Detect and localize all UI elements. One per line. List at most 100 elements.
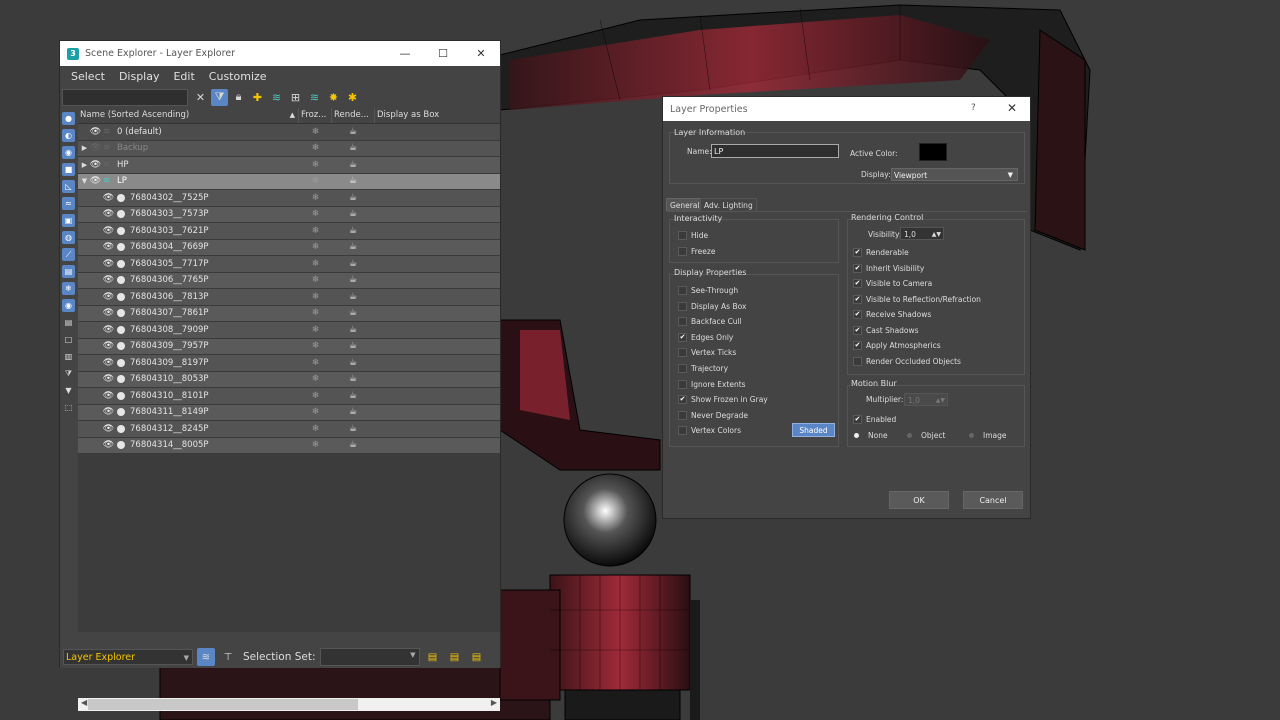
explorer-select[interactable]: Layer Explorer ▼	[63, 649, 193, 665]
spinner-arrows-icon[interactable]: ▲▼	[932, 228, 941, 241]
frozen-snowflake-icon[interactable]: ❄	[299, 242, 332, 252]
menu-display[interactable]: Display	[119, 70, 160, 83]
object-row[interactable]: 👁︎ 76804303__7573P ❄ ☕︎	[78, 206, 500, 223]
help-icon[interactable]: ?	[971, 103, 976, 113]
visibility-eye-icon[interactable]: 👁︎	[102, 292, 115, 302]
visibility-eye-icon[interactable]: 👁︎	[102, 407, 115, 417]
frozen-snowflake-icon[interactable]: ❄	[299, 176, 332, 186]
object-row[interactable]: 👁︎ 76804309__8197P ❄ ☕︎	[78, 355, 500, 372]
menu-customize[interactable]: Customize	[209, 70, 267, 83]
tab-adv-lighting[interactable]: Adv. Lighting	[700, 198, 757, 211]
render-teapot-icon[interactable]: ☕︎	[332, 374, 374, 384]
blur-object-radio[interactable]: Object	[907, 431, 945, 440]
render-teapot-icon[interactable]: ☕︎	[332, 391, 374, 401]
cancel-button[interactable]: Cancel	[963, 491, 1023, 509]
menu-edit[interactable]: Edit	[173, 70, 194, 83]
display-all-icon[interactable]: ▤	[62, 316, 75, 329]
selection-icon[interactable]: ⬚	[62, 401, 75, 414]
object-row[interactable]: 👁︎ 76804310__8101P ❄ ☕︎	[78, 388, 500, 405]
select-layer-icon[interactable]: ✱	[344, 89, 361, 106]
visibility-eye-icon[interactable]: 👁︎	[102, 358, 115, 368]
visibility-eye-icon[interactable]: 👁︎	[102, 325, 115, 335]
object-row[interactable]: 👁︎ 76804308__7909P ❄ ☕︎	[78, 322, 500, 339]
visibility-eye-icon[interactable]: 👁︎	[89, 143, 102, 153]
visibility-eye-icon[interactable]: 👁︎	[89, 176, 102, 186]
layer-row-hp[interactable]: ▶ 👁︎ ≋ HP ❄ ☕︎	[78, 157, 500, 174]
motion-blur-enabled-checkbox[interactable]: ✔ Enabled	[853, 415, 896, 424]
checkbox-show-frozen-in-gray[interactable]: ✔ Show Frozen in Gray	[678, 395, 768, 405]
checkbox-ignore-extents[interactable]: Ignore Extents	[678, 379, 746, 389]
checkbox-trajectory[interactable]: Trajectory	[678, 364, 728, 373]
frozen-snowflake-icon[interactable]: ❄	[299, 407, 332, 417]
frozen-snowflake-icon[interactable]: ❄	[299, 308, 332, 318]
layer-properties-dialog[interactable]: Layer Properties ? ✕ Layer Information N…	[662, 96, 1031, 519]
close-icon[interactable]: ✕	[1007, 101, 1017, 115]
object-row[interactable]: 👁︎ 76804306__7765P ❄ ☕︎	[78, 272, 500, 289]
frozen-snowflake-icon[interactable]: ❄	[299, 440, 332, 450]
object-row[interactable]: 👁︎ 76804306__7813P ❄ ☕︎	[78, 289, 500, 306]
render-teapot-icon[interactable]: ☕︎	[332, 176, 374, 186]
checkbox-edges-only[interactable]: ✔ Edges Only	[678, 332, 733, 342]
cameras-filter-icon[interactable]: ■	[62, 163, 75, 176]
checkbox-see-through[interactable]: See-Through	[678, 286, 738, 295]
blur-image-radio[interactable]: Image	[969, 431, 1007, 440]
geometry-filter-icon[interactable]: ●	[62, 112, 75, 125]
render-teapot-icon[interactable]: ☕︎	[332, 242, 374, 252]
checkbox-inherit-visibility[interactable]: ✔ Inherit Visibility	[853, 263, 924, 273]
lock-icon[interactable]: 🔒︎	[230, 89, 247, 106]
checkbox-renderable[interactable]: ✔ Renderable	[853, 248, 909, 257]
checkbox-vertex-ticks[interactable]: Vertex Ticks	[678, 348, 736, 358]
frozen-snowflake-icon[interactable]: ❄	[299, 358, 332, 368]
collapse-arrow[interactable]: ▼	[80, 177, 89, 185]
highlight-layer-icon[interactable]: ✸	[325, 89, 342, 106]
render-teapot-icon[interactable]: ☕︎	[332, 160, 374, 170]
checkbox-backface-cull[interactable]: Backface Cull	[678, 317, 742, 327]
funnel-icon[interactable]: ▼	[62, 384, 75, 397]
object-row[interactable]: 👁︎ 76804304__7669P ❄ ☕︎	[78, 239, 500, 256]
visibility-eye-icon[interactable]: 👁︎	[89, 160, 102, 170]
name-field[interactable]: LP	[711, 144, 839, 158]
layer-row-lp[interactable]: ▼ 👁︎ ≋ LP ❄ ☕︎	[78, 173, 500, 190]
xrefs-filter-icon[interactable]: ◍	[62, 231, 75, 244]
frozen-snowflake-icon[interactable]: ❄	[299, 374, 332, 384]
containers-filter-icon[interactable]: ▤	[62, 265, 75, 278]
render-teapot-icon[interactable]: ☕︎	[332, 259, 374, 269]
frozen-snowflake-icon[interactable]: ❄	[299, 391, 332, 401]
remove-selection-set-icon[interactable]: ▤	[468, 648, 486, 666]
frozen-snowflake-icon[interactable]: ❄	[299, 160, 332, 170]
column-frozen[interactable]: Froz...	[299, 108, 332, 123]
column-renderable[interactable]: Rende...	[332, 108, 375, 123]
display-none-icon[interactable]: □	[62, 333, 75, 346]
scrollbar-thumb[interactable]	[88, 699, 358, 710]
layer-explorer-icon[interactable]: ≋	[197, 648, 215, 666]
render-teapot-icon[interactable]: ☕︎	[332, 325, 374, 335]
helpers-filter-icon[interactable]: ◺	[62, 180, 75, 193]
tab-general[interactable]: General	[666, 198, 704, 211]
invert-display-icon[interactable]: ▥	[62, 350, 75, 363]
object-row[interactable]: 👁︎ 76804311__8149P ❄ ☕︎	[78, 404, 500, 421]
frozen-snowflake-icon[interactable]: ❄	[299, 341, 332, 351]
spinner-arrows-icon[interactable]: ▲▼	[936, 394, 945, 407]
object-row[interactable]: 👁︎ 76804302__7525P ❄ ☕︎	[78, 190, 500, 207]
layers-icon[interactable]: ≋	[306, 89, 323, 106]
frozen-snowflake-icon[interactable]: ❄	[299, 275, 332, 285]
checkbox-visible-to-camera[interactable]: ✔ Visible to Camera	[853, 279, 932, 288]
menu-select[interactable]: Select	[71, 70, 105, 83]
frozen-filter-icon[interactable]: ❄	[62, 282, 75, 295]
dialog-titlebar[interactable]: Layer Properties ? ✕	[663, 97, 1030, 121]
filter-toggle-icon[interactable]: ⧩	[62, 367, 75, 380]
layer-row-default[interactable]: 👁︎ ≋ 0 (default) ❄ ☕︎	[78, 124, 500, 141]
visibility-eye-icon[interactable]: 👁︎	[102, 391, 115, 401]
blur-none-radio[interactable]: None	[854, 431, 888, 440]
add-selection-set-icon[interactable]: ▤	[446, 648, 464, 666]
frozen-snowflake-icon[interactable]: ❄	[299, 143, 332, 153]
checkbox-cast-shadows[interactable]: ✔ Cast Shadows	[853, 325, 919, 335]
groups-filter-icon[interactable]: ▣	[62, 214, 75, 227]
object-row[interactable]: 👁︎ 76804305__7717P ❄ ☕︎	[78, 256, 500, 273]
scroll-left-icon[interactable]: ◀	[81, 698, 87, 707]
visibility-eye-icon[interactable]: 👁︎	[102, 374, 115, 384]
checkbox-receive-shadows[interactable]: ✔ Receive Shadows	[853, 310, 931, 319]
shapes-filter-icon[interactable]: ◐	[62, 129, 75, 142]
multiplier-spinner[interactable]: 1,0 ▲▼	[904, 393, 948, 406]
render-teapot-icon[interactable]: ☕︎	[332, 358, 374, 368]
